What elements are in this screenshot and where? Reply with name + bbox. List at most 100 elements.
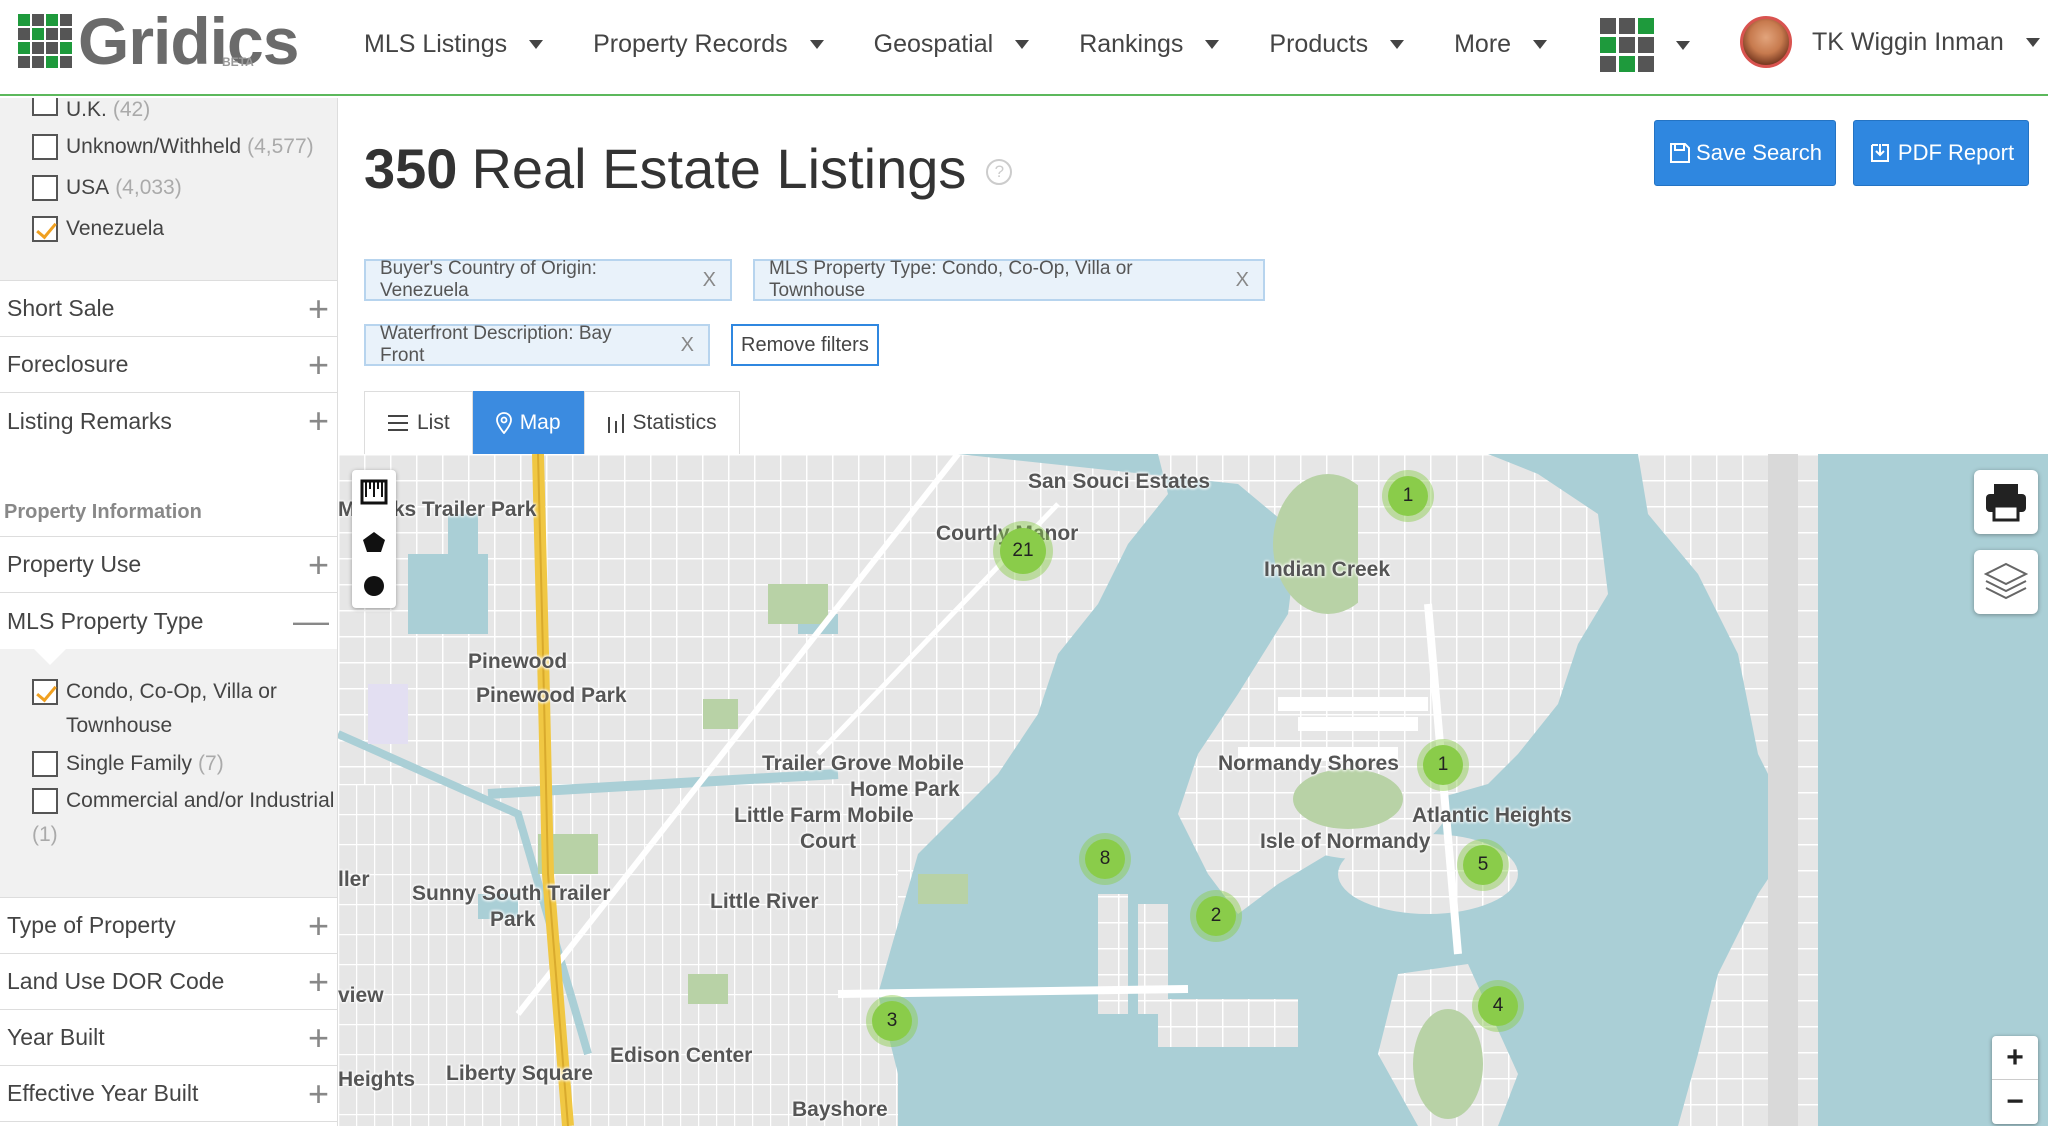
listing-cluster[interactable]: 4 — [1478, 986, 1518, 1026]
close-icon[interactable]: X — [703, 269, 716, 292]
map-label: Indian Creek — [1264, 558, 1391, 581]
checkbox[interactable] — [32, 133, 58, 160]
title-text: Real Estate Listings — [471, 137, 967, 200]
map-label: Trailer Grove Mobile — [762, 752, 964, 775]
section-mls-property-type[interactable]: MLS Property Type — — [0, 593, 337, 649]
listing-cluster[interactable]: 1 — [1423, 745, 1463, 785]
nav-property-records[interactable]: Property Records — [593, 30, 824, 59]
chevron-down-icon — [1015, 39, 1030, 49]
map-label: Sunny South Trailer — [412, 882, 611, 905]
map-label: Isle of Normandy — [1260, 830, 1431, 853]
map-tiles — [338, 454, 2048, 1126]
user-name: TK Wiggin Inman — [1812, 27, 2004, 56]
map-label: Heights — [338, 1068, 416, 1091]
beta-badge: BETA — [222, 55, 254, 69]
map-label: Little River — [710, 890, 819, 913]
listing-cluster[interactable]: 21 — [1000, 528, 1046, 574]
nav-products[interactable]: Products — [1269, 30, 1405, 59]
remove-filters-button[interactable]: Remove filters — [731, 324, 879, 366]
help-icon[interactable]: ? — [986, 158, 1013, 185]
nav-geospatial[interactable]: Geospatial — [874, 30, 1030, 59]
section-foreclosure[interactable]: Foreclosure + — [0, 337, 337, 393]
save-search-button[interactable]: Save Search — [1654, 120, 1836, 186]
nav-more[interactable]: More — [1454, 30, 1548, 59]
section-listing-remarks[interactable]: Listing Remarks + — [0, 393, 337, 449]
option-unknown-withheld[interactable]: Unknown/Withheld (4,577) — [0, 126, 337, 167]
option-condo[interactable]: Condo, Co-Op, Villa or Townhouse — [0, 675, 337, 743]
apps-menu-button[interactable] — [1600, 18, 1690, 72]
filter-chip-country[interactable]: Buyer's Country of Origin: Venezuela X — [364, 258, 732, 301]
print-button[interactable] — [1974, 470, 2038, 534]
listing-cluster[interactable]: 8 — [1085, 839, 1125, 879]
option-uk[interactable]: U.K. (42) — [0, 98, 337, 126]
option-single-family[interactable]: Single Family (7) — [0, 743, 337, 784]
map-label: Edison Center — [610, 1044, 753, 1067]
nav-mls-listings[interactable]: MLS Listings — [364, 30, 544, 59]
section-type-of-property[interactable]: Type of Property + — [0, 898, 337, 954]
checkbox-checked[interactable] — [32, 679, 58, 705]
top-navigation: Gridics BETA MLS Listings Property Recor… — [0, 0, 2048, 96]
listing-cluster[interactable]: 5 — [1463, 845, 1503, 885]
printer-icon — [1986, 484, 2026, 522]
listing-cluster[interactable]: 2 — [1196, 896, 1236, 936]
option-venezuela[interactable]: Venezuela — [0, 208, 337, 249]
map-label: Little Farm Mobile — [734, 804, 914, 827]
page-title: 350 Real Estate Listings ? — [364, 136, 1013, 201]
map-label: Court — [800, 830, 856, 853]
checkbox[interactable] — [32, 98, 58, 116]
tab-statistics[interactable]: Statistics — [583, 391, 740, 454]
list-icon — [388, 415, 408, 431]
tab-map[interactable]: Map — [472, 391, 584, 454]
gridics-logo[interactable]: Gridics — [18, 4, 299, 78]
section-property-use[interactable]: Property Use + — [0, 537, 337, 593]
logo-grid-icon — [18, 14, 72, 68]
tab-list[interactable]: List — [364, 391, 473, 454]
chevron-down-icon — [809, 39, 824, 49]
circle-icon[interactable] — [352, 564, 396, 608]
map-label: Atlantic Heights — [1412, 804, 1572, 827]
option-usa[interactable]: USA (4,033) — [0, 167, 337, 208]
section-effective-year-built[interactable]: Effective Year Built + — [0, 1066, 337, 1122]
bar-chart-icon — [607, 414, 624, 433]
zoom-in-button[interactable]: + — [1992, 1036, 2038, 1080]
minus-icon: — — [293, 600, 329, 641]
filter-sidebar: U.K. (42) Unknown/Withheld (4,577) USA (4,0… — [0, 98, 338, 1126]
listing-cluster[interactable]: 1 — [1388, 476, 1428, 516]
map-label: ller — [338, 868, 370, 891]
mls-type-options: Condo, Co-Op, Villa or Townhouse Single … — [0, 649, 337, 897]
view-tabs: List Map Statistics — [364, 391, 740, 454]
pdf-report-button[interactable]: PDF Report — [1853, 120, 2029, 186]
chevron-down-icon — [1533, 39, 1548, 49]
avatar — [1740, 16, 1792, 68]
map-view[interactable]: San Souci Estates Myricks Trailer Park C… — [338, 454, 2048, 1126]
section-short-sale[interactable]: Short Sale + — [0, 281, 337, 337]
chevron-down-icon — [1205, 39, 1220, 49]
map-label: Bayshore — [792, 1098, 888, 1121]
plus-icon: + — [307, 543, 329, 585]
listing-cluster[interactable]: 3 — [872, 1001, 912, 1041]
close-icon[interactable]: X — [681, 334, 694, 357]
section-land-use-dor-code[interactable]: Land Use DOR Code + — [0, 954, 337, 1010]
close-icon[interactable]: X — [1236, 269, 1249, 292]
checkbox[interactable] — [32, 750, 58, 777]
polygon-icon[interactable] — [352, 520, 396, 564]
ruler-icon[interactable] — [352, 470, 396, 514]
checkbox[interactable] — [32, 788, 58, 814]
filter-chip-waterfront[interactable]: Waterfront Description: Bay Front X — [364, 323, 710, 366]
apps-grid-icon — [1600, 18, 1654, 72]
checkbox[interactable] — [32, 174, 58, 201]
checkbox-checked[interactable] — [32, 215, 58, 242]
zoom-out-button[interactable]: − — [1992, 1080, 2038, 1124]
option-commercial[interactable]: Commercial and/or Industrial (1) — [0, 784, 337, 852]
listing-count: 350 — [364, 137, 458, 200]
nav-rankings[interactable]: Rankings — [1079, 30, 1220, 59]
layers-button[interactable] — [1974, 550, 2038, 614]
chevron-down-icon — [1390, 39, 1405, 49]
plus-icon: + — [307, 287, 329, 329]
filter-chip-property-type[interactable]: MLS Property Type: Condo, Co-Op, Villa o… — [753, 258, 1265, 301]
map-label: Liberty Square — [446, 1062, 594, 1085]
user-menu[interactable]: TK Wiggin Inman — [1740, 16, 2040, 68]
section-year-built[interactable]: Year Built + — [0, 1010, 337, 1066]
logo-text: Gridics — [78, 4, 299, 78]
map-label: Pinewood — [468, 650, 568, 673]
